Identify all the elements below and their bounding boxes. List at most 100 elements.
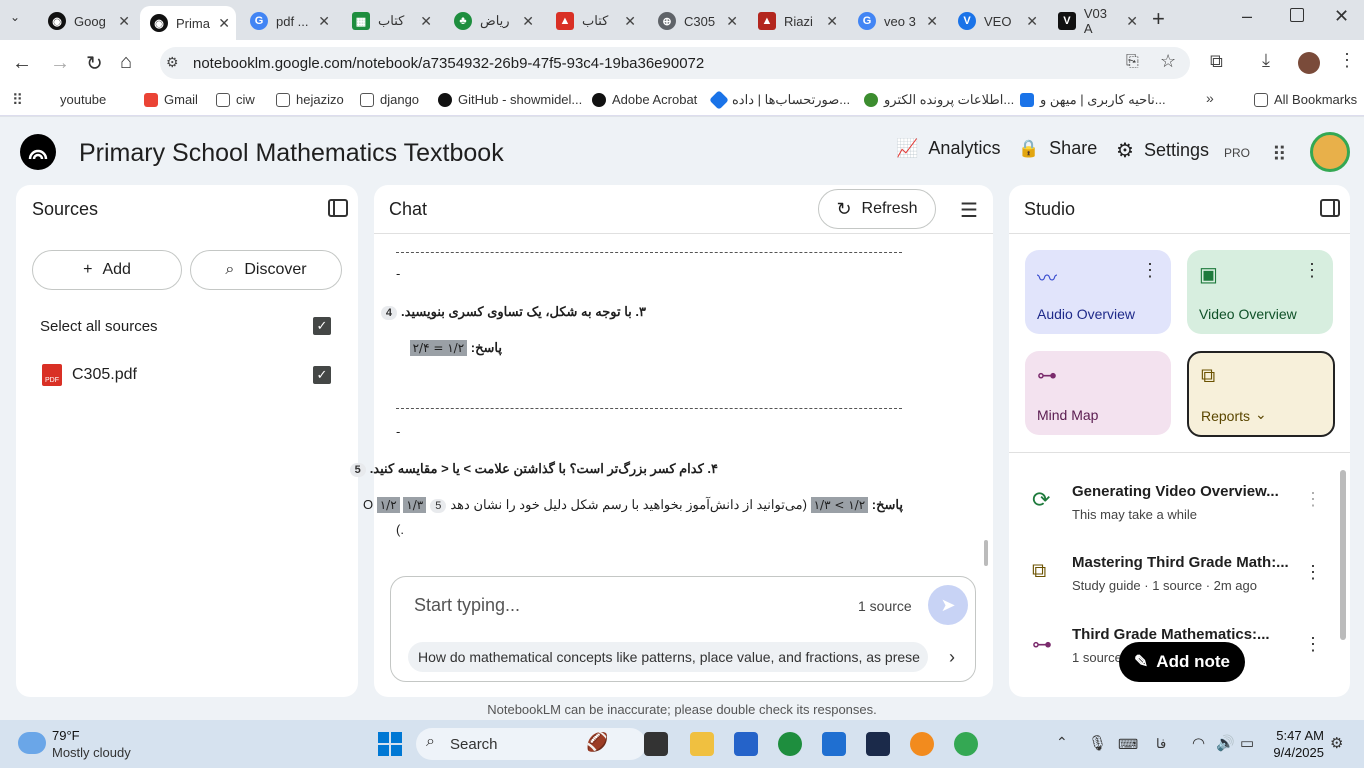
bookmark-gmail[interactable]: Gmail — [144, 92, 198, 107]
reload-icon[interactable]: ↻ — [86, 51, 103, 76]
browser-tab[interactable]: ▲ کتاب ✕ — [546, 6, 642, 36]
source-checkbox[interactable]: ✓ — [313, 366, 331, 384]
vscode-icon[interactable] — [822, 732, 846, 756]
taskbar-search[interactable]: ⌕ Search 🏈 — [416, 728, 646, 760]
bookmark-records[interactable]: اطلاعات پرونده الکترو... — [864, 92, 1014, 108]
browser-tab-active[interactable]: ◉ Prima ✕ — [140, 6, 236, 40]
language-indicator[interactable]: فا — [1156, 736, 1166, 752]
notebook-title[interactable]: Primary School Mathematics Textbook — [79, 139, 504, 168]
bookmark-youtube[interactable]: youtube — [60, 92, 106, 107]
send-icon[interactable]: ➤ — [928, 585, 968, 625]
studio-item[interactable]: ⧉ Mastering Third Grade Math:... Study g… — [1030, 554, 1330, 614]
all-bookmarks[interactable]: All Bookmarks — [1254, 92, 1357, 107]
clock-date[interactable]: 9/4/2025 — [1264, 745, 1324, 760]
chat-settings-icon[interactable]: ☰ — [960, 198, 978, 223]
close-icon[interactable]: ✕ — [726, 13, 744, 30]
app-icon[interactable] — [866, 732, 890, 756]
install-app-icon[interactable]: ⎘ — [1126, 53, 1139, 71]
weather-icon[interactable] — [18, 732, 46, 754]
browser-tab[interactable]: ▲ Riazi ✕ — [748, 6, 844, 36]
apps-icon[interactable]: ⠿ — [12, 91, 23, 109]
browser-tab[interactable]: V V03 A ✕ — [1048, 6, 1144, 36]
bookmark-adobe[interactable]: Adobe Acrobat — [592, 92, 697, 107]
menu-icon[interactable]: ⋮ — [1338, 50, 1356, 71]
back-icon[interactable]: ← — [12, 52, 32, 75]
citation-badge[interactable]: 5 — [349, 463, 366, 477]
close-icon[interactable]: ✕ — [118, 13, 136, 30]
analytics-button[interactable]: 📈 Analytics — [896, 138, 1000, 159]
browser-tab[interactable]: ♣ ریاض ✕ — [444, 6, 540, 36]
chevron-right-icon[interactable]: › — [934, 640, 970, 674]
account-avatar[interactable] — [1310, 132, 1350, 172]
battery-icon[interactable]: ▭ — [1240, 734, 1254, 752]
suggestion-chip[interactable]: How do mathematical concepts like patter… — [408, 642, 928, 672]
citation-badge[interactable]: 5 — [430, 499, 447, 513]
bookmark-django[interactable]: django — [360, 92, 419, 107]
app-icon[interactable] — [910, 732, 934, 756]
volume-icon[interactable]: 🔊 — [1216, 734, 1235, 752]
chrome-icon[interactable] — [778, 732, 802, 756]
studio-scrollbar[interactable] — [1340, 470, 1346, 640]
clock-time[interactable]: 5:47 AM — [1270, 728, 1324, 743]
store-icon[interactable] — [734, 732, 758, 756]
bookmarks-overflow-icon[interactable]: » — [1206, 90, 1214, 106]
close-icon[interactable]: ✕ — [318, 13, 336, 30]
studio-item[interactable]: ⟳ Generating Video Overview... This may … — [1030, 483, 1330, 543]
select-all-checkbox[interactable]: ✓ — [313, 317, 331, 335]
refresh-button[interactable]: ↻ Refresh — [818, 189, 936, 229]
collapse-panel-icon[interactable] — [328, 199, 348, 217]
source-item-name[interactable]: C305.pdf — [72, 366, 137, 384]
browser-tab[interactable]: ◉ Goog ✕ — [38, 6, 136, 36]
forward-icon[interactable]: → — [50, 52, 70, 75]
profile-avatar[interactable] — [1298, 52, 1320, 74]
bookmark-hejazizo[interactable]: hejazizo — [276, 92, 344, 107]
notebooklm-logo[interactable] — [20, 134, 56, 170]
browser-tab[interactable]: Gpdf ... ✕ — [240, 6, 336, 36]
add-source-button[interactable]: + Add — [32, 250, 182, 290]
close-icon[interactable]: ✕ — [420, 13, 438, 30]
close-icon[interactable]: ✕ — [926, 13, 944, 30]
close-icon[interactable]: ✕ — [826, 13, 844, 30]
file-explorer-icon[interactable] — [690, 732, 714, 756]
downloads-icon[interactable]: ⤓ — [1262, 50, 1270, 71]
bookmark-ciw[interactable]: ciw — [216, 92, 255, 107]
chat-scrollbar[interactable] — [984, 540, 988, 566]
close-icon[interactable]: ✕ — [1026, 13, 1044, 30]
share-button[interactable]: 🔒 Share — [1018, 138, 1097, 159]
video-overview-card[interactable]: ▣ ⋮ Video Overview — [1187, 250, 1333, 334]
chevron-up-icon[interactable]: ⌃ — [1056, 734, 1068, 751]
close-icon[interactable]: ✕ — [218, 15, 236, 32]
minimize-button[interactable]: – — [1242, 6, 1252, 27]
bookmark-invoices[interactable]: صورتحساب‌ها | داده... — [709, 90, 850, 110]
new-tab-button[interactable]: + — [1152, 6, 1165, 32]
tab-search-icon[interactable]: ⌄ — [10, 10, 20, 24]
mind-map-card[interactable]: ⊶ Mind Map — [1025, 351, 1171, 435]
more-options-icon[interactable]: ⋮ — [1141, 260, 1159, 281]
close-window-button[interactable]: ✕ — [1334, 6, 1349, 27]
reports-card[interactable]: ⧉ Reports ⌄ — [1187, 351, 1335, 437]
site-info-icon[interactable]: ⚙ — [166, 54, 179, 71]
discover-button[interactable]: ⌕ Discover — [190, 250, 342, 290]
more-options-icon[interactable]: ⋮ — [1304, 489, 1322, 510]
task-view-icon[interactable] — [644, 732, 668, 756]
close-icon[interactable]: ✕ — [522, 13, 540, 30]
audio-overview-card[interactable]: 〰 ⋮ Audio Overview — [1025, 250, 1171, 334]
bookmark-star-icon[interactable]: ☆ — [1160, 51, 1176, 72]
more-options-icon[interactable]: ⋮ — [1304, 562, 1322, 583]
windows-start-icon[interactable] — [378, 732, 402, 756]
chat-input[interactable]: Start typing... — [414, 595, 520, 616]
add-note-button[interactable]: ✎ Add note — [1119, 642, 1245, 682]
browser-tab[interactable]: ⊕ C305 ✕ — [648, 6, 744, 36]
bookmark-mihan[interactable]: ناحیه کاربری | میهن و... — [1020, 92, 1166, 108]
more-options-icon[interactable]: ⋮ — [1303, 260, 1321, 281]
chevron-down-icon[interactable]: ⌄ — [1255, 406, 1267, 423]
browser-tab[interactable]: V VEO ✕ — [948, 6, 1044, 36]
close-icon[interactable]: ✕ — [624, 13, 642, 30]
extensions-icon[interactable]: ⧉ — [1210, 51, 1223, 72]
settings-button[interactable]: ⚙ Settings — [1116, 138, 1209, 163]
microphone-icon[interactable]: 🎙 — [1088, 734, 1107, 752]
wifi-icon[interactable]: ◠ — [1192, 734, 1205, 752]
keyboard-icon[interactable]: ⌨ — [1118, 736, 1138, 753]
maximize-button[interactable] — [1290, 8, 1304, 22]
notifications-icon[interactable]: ⚙ — [1330, 734, 1343, 752]
